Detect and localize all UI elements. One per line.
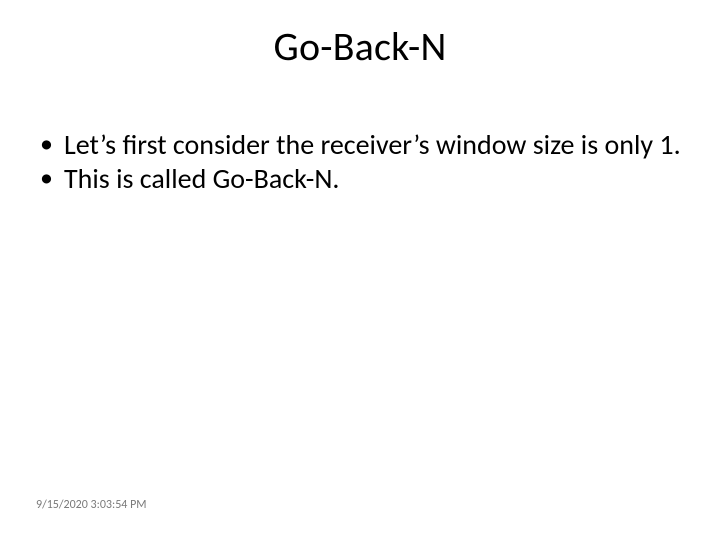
slide-title: Go-Back-N <box>0 22 720 71</box>
footer-timestamp: 9/15/2020 3:03:54 PM <box>36 498 147 512</box>
list-item: This is called Go-Back-N. <box>36 162 684 196</box>
slide-body: Let’s first consider the receiver’s wind… <box>36 128 684 196</box>
bullet-list: Let’s first consider the receiver’s wind… <box>36 128 684 196</box>
slide: Go-Back-N Let’s first consider the recei… <box>0 0 720 540</box>
list-item: Let’s first consider the receiver’s wind… <box>36 128 684 162</box>
